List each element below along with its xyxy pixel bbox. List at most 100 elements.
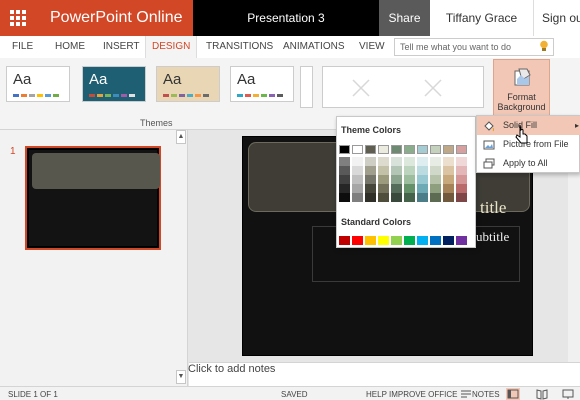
standard-color-swatch[interactable] — [339, 236, 350, 245]
color-swatch[interactable] — [404, 175, 415, 184]
color-swatch[interactable] — [378, 175, 389, 184]
color-swatch[interactable] — [456, 175, 467, 184]
standard-color-swatch[interactable] — [352, 236, 363, 245]
color-swatch[interactable] — [417, 184, 428, 193]
color-swatch[interactable] — [339, 157, 350, 166]
color-swatch[interactable] — [339, 175, 350, 184]
color-swatch[interactable] — [352, 184, 363, 193]
tab-transitions[interactable]: TRANSITIONS — [206, 36, 273, 58]
color-swatch[interactable] — [456, 184, 467, 193]
color-swatch[interactable] — [352, 193, 363, 202]
standard-color-swatch[interactable] — [404, 236, 415, 245]
color-swatch[interactable] — [339, 145, 350, 154]
menu-item-apply-to-all[interactable]: Apply to All — [477, 154, 580, 173]
color-swatch[interactable] — [430, 157, 441, 166]
user-name[interactable]: Tiffany Grace Reyes — [430, 0, 534, 61]
standard-color-swatch[interactable] — [365, 236, 376, 245]
color-swatch[interactable] — [404, 193, 415, 202]
themes-scroll-button[interactable] — [300, 66, 313, 108]
standard-color-swatch[interactable] — [443, 236, 454, 245]
tab-insert[interactable]: INSERT — [103, 36, 140, 58]
color-swatch[interactable] — [404, 157, 415, 166]
color-swatch[interactable] — [417, 193, 428, 202]
help-improve-link[interactable]: HELP IMPROVE OFFICE — [366, 390, 457, 399]
color-swatch[interactable] — [365, 166, 376, 175]
app-launcher-icon[interactable] — [0, 0, 36, 36]
color-swatch[interactable] — [352, 166, 363, 175]
color-swatch[interactable] — [378, 193, 389, 202]
standard-color-swatch[interactable] — [391, 236, 402, 245]
standard-color-swatch[interactable] — [417, 236, 428, 245]
format-background-button[interactable]: Format Background ▾ — [493, 59, 550, 122]
slideshow-icon[interactable] — [561, 388, 575, 400]
tab-animations[interactable]: ANIMATIONS — [283, 36, 344, 58]
color-swatch[interactable] — [430, 193, 441, 202]
color-swatch[interactable] — [378, 145, 389, 154]
color-swatch[interactable] — [443, 166, 454, 175]
color-swatch[interactable] — [404, 145, 415, 154]
tab-view[interactable]: VIEW — [359, 36, 385, 58]
color-swatch[interactable] — [365, 175, 376, 184]
color-swatch[interactable] — [378, 184, 389, 193]
color-swatch[interactable] — [378, 157, 389, 166]
color-swatch[interactable] — [391, 166, 402, 175]
scroll-up-icon[interactable]: ▲ — [176, 130, 186, 144]
tab-design[interactable]: DESIGN — [145, 36, 198, 58]
color-swatch[interactable] — [365, 184, 376, 193]
tab-home[interactable]: HOME — [55, 36, 85, 58]
share-button[interactable]: Share — [379, 0, 430, 36]
color-swatch[interactable] — [352, 157, 363, 166]
color-swatch[interactable] — [391, 175, 402, 184]
color-swatch[interactable] — [456, 145, 467, 154]
thumbnail-scrollbar[interactable]: ▲ ▼ — [175, 130, 187, 384]
color-swatch[interactable] — [417, 175, 428, 184]
color-swatch[interactable] — [430, 175, 441, 184]
app-name[interactable]: PowerPoint Online — [36, 0, 193, 36]
standard-color-swatch[interactable] — [456, 236, 467, 245]
color-swatch[interactable] — [430, 166, 441, 175]
color-swatch[interactable] — [443, 145, 454, 154]
reading-view-icon[interactable] — [535, 388, 549, 400]
color-swatch[interactable] — [456, 193, 467, 202]
color-swatch[interactable] — [417, 145, 428, 154]
theme-option[interactable]: Aa — [230, 66, 294, 102]
theme-option[interactable]: Aa — [156, 66, 220, 102]
color-swatch[interactable] — [417, 166, 428, 175]
color-swatch[interactable] — [391, 145, 402, 154]
tab-file[interactable]: FILE — [12, 36, 33, 58]
color-swatch[interactable] — [443, 175, 454, 184]
notes-toggle-icon[interactable] — [459, 388, 473, 400]
color-swatch[interactable] — [443, 193, 454, 202]
color-swatch[interactable] — [456, 166, 467, 175]
color-swatch[interactable] — [378, 166, 389, 175]
color-swatch[interactable] — [391, 193, 402, 202]
theme-option[interactable]: Aa — [6, 66, 70, 102]
color-swatch[interactable] — [417, 157, 428, 166]
color-swatch[interactable] — [339, 184, 350, 193]
color-swatch[interactable] — [339, 166, 350, 175]
slide-thumbnail[interactable] — [25, 146, 161, 250]
theme-option[interactable]: Aa — [82, 66, 146, 102]
notes-button[interactable]: NOTES — [472, 390, 500, 399]
color-swatch[interactable] — [352, 145, 363, 154]
color-swatch[interactable] — [391, 157, 402, 166]
color-swatch[interactable] — [391, 184, 402, 193]
color-swatch[interactable] — [365, 193, 376, 202]
color-swatch[interactable] — [404, 184, 415, 193]
color-swatch[interactable] — [365, 157, 376, 166]
color-swatch[interactable] — [365, 145, 376, 154]
color-swatch[interactable] — [443, 184, 454, 193]
standard-color-swatch[interactable] — [378, 236, 389, 245]
standard-color-swatch[interactable] — [430, 236, 441, 245]
document-title[interactable]: Presentation 3 — [193, 0, 379, 36]
color-swatch[interactable] — [430, 145, 441, 154]
color-swatch[interactable] — [430, 184, 441, 193]
scroll-down-icon[interactable]: ▼ — [176, 370, 186, 384]
normal-view-icon[interactable] — [506, 388, 520, 400]
color-swatch[interactable] — [456, 157, 467, 166]
color-swatch[interactable] — [339, 193, 350, 202]
tell-me-input[interactable]: Tell me what you want to do — [394, 38, 554, 56]
color-swatch[interactable] — [404, 166, 415, 175]
slide-title[interactable]: title — [480, 198, 506, 218]
sign-out-link[interactable]: Sign out — [534, 0, 580, 36]
